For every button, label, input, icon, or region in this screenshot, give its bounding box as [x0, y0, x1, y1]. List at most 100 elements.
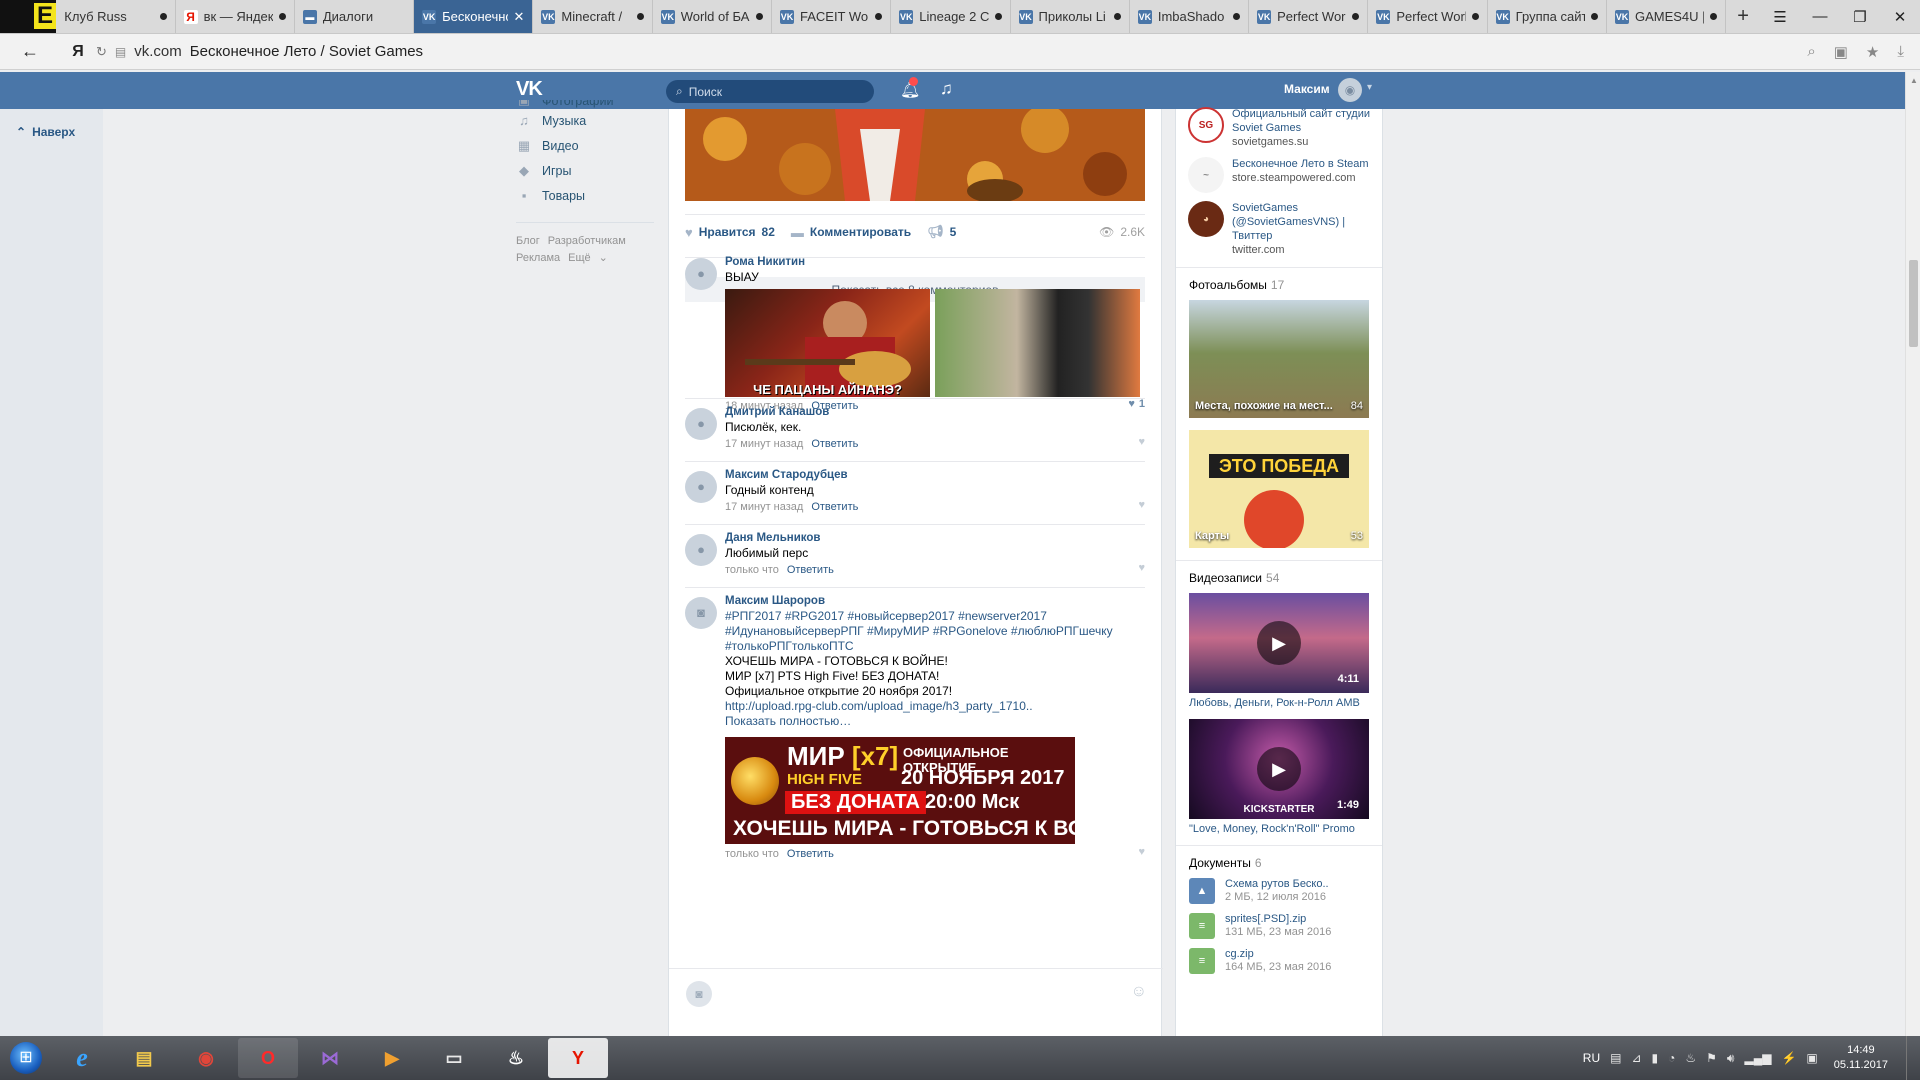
comment-author[interactable]: Даня Мельников [725, 530, 1145, 546]
back-arrow-icon[interactable]: ← [0, 41, 60, 62]
keyboard-icon[interactable]: ▤ [1610, 1051, 1621, 1065]
avatar[interactable]: ◙ [685, 597, 717, 629]
browser-tab[interactable]: Явк — Яндекс [176, 0, 295, 33]
comment-photo[interactable] [935, 289, 1140, 397]
music-note-icon[interactable]: ♫ [940, 79, 953, 99]
flag-icon[interactable]: ⚑ [1706, 1051, 1717, 1065]
tab-close-icon[interactable] [1590, 13, 1598, 20]
comment-author[interactable]: Дмитрий Канашов [725, 404, 1145, 420]
menu-item-goods[interactable]: ▪ Товары [516, 183, 656, 208]
chevron-down-icon[interactable]: ▾ [1367, 82, 1372, 93]
menu-item-music[interactable]: ♫ Музыка [516, 108, 656, 133]
browser-tab-active[interactable]: VK Бесконечно ✕ [414, 0, 534, 33]
chrome-icon[interactable]: ◉ [176, 1038, 236, 1078]
hashtag-line[interactable]: #РПГ2017 #RPG2017 #новыйсервер2017 #news… [725, 609, 1145, 624]
tray-app-icon[interactable]: ▣ [1806, 1051, 1817, 1065]
link-item[interactable]: ~ Бесконечное Лето в Steam store.steampow… [1176, 157, 1382, 193]
notifications-bell-icon[interactable]: 🔔︎ [900, 77, 920, 100]
doc-item[interactable]: ▲ Схема рутов Беско.. 2 МБ, 12 июля 2016 [1176, 878, 1382, 904]
url-field[interactable]: ↻ ▤ vk.com Бесконечное Лето / Soviet Gam… [96, 38, 1807, 66]
tab-close-icon[interactable] [1710, 13, 1718, 20]
tab-close-icon[interactable] [1471, 13, 1479, 20]
browser-tab[interactable]: VK Приколы Li [1011, 0, 1130, 33]
reload-icon[interactable]: ↻ [96, 44, 107, 60]
doc-item[interactable]: ≡ sprites[.PSD].zip 131 МБ, 23 мая 2016 [1176, 913, 1382, 939]
footer-link-more[interactable]: Ещё [568, 252, 591, 264]
media-player-icon[interactable]: ▶ [362, 1038, 422, 1078]
comment-author[interactable]: Максим Шароров [725, 593, 1145, 609]
network-bars-icon[interactable]: ▂▄▆ [1744, 1051, 1771, 1065]
browser-tab[interactable]: VK Группа сайт [1488, 0, 1607, 33]
command-prompt-icon[interactable]: ▭ [424, 1038, 484, 1078]
browser-tab[interactable]: VK Perfect Worl [1249, 0, 1369, 33]
search-icon[interactable]: ⌕ [1807, 43, 1815, 61]
footer-link-ads[interactable]: Реклама [516, 252, 560, 264]
browser-tab[interactable]: VK GAMES4U | [1607, 0, 1727, 33]
close-window-icon[interactable]: ✕ [1880, 0, 1920, 33]
internet-explorer-icon[interactable]: e [52, 1038, 112, 1078]
show-more-link[interactable]: Показать полностью… [725, 714, 1145, 729]
show-desktop-button[interactable] [1906, 1036, 1920, 1080]
comment-like-button[interactable]: ♥ [1138, 436, 1145, 448]
language-indicator[interactable]: RU [1583, 1051, 1600, 1065]
albums-header[interactable]: Фотоальбомы 17 [1176, 278, 1382, 292]
stalker-e-icon[interactable]: Е [0, 0, 57, 33]
user-name[interactable]: Максим [1284, 82, 1330, 96]
link-item[interactable]: ◕ SovietGames (@SovietGamesVNS) | Твитте… [1176, 201, 1382, 257]
comment-like-button[interactable]: ♥ [1138, 499, 1145, 511]
menu-item-video[interactable]: ▦ Видео [516, 133, 656, 158]
file-explorer-icon[interactable]: ▤ [114, 1038, 174, 1078]
video-item[interactable]: ▶ KICKSTARTER 1:49 [1189, 719, 1369, 819]
tab-close-icon[interactable]: ✕ [514, 9, 525, 25]
footer-link-blog[interactable]: Блог [516, 235, 540, 247]
minimize-icon[interactable]: — [1800, 0, 1840, 33]
browser-tab[interactable]: VK FACEIT Worl [772, 0, 892, 33]
vk-logo[interactable]: VK [516, 78, 543, 101]
reply-link[interactable]: Ответить [787, 848, 834, 860]
bookmark-star-icon[interactable]: ★ [1866, 43, 1879, 61]
video-title[interactable]: Любовь, Деньги, Рок-н-Ролл AMB [1176, 697, 1382, 709]
tab-close-icon[interactable] [1233, 13, 1241, 20]
volume-icon[interactable]: 🔊︎ [1727, 1051, 1735, 1066]
visual-studio-icon[interactable]: ⋈ [300, 1038, 360, 1078]
tab-close-icon[interactable] [994, 13, 1002, 20]
browser-tab[interactable]: VK World of БА [653, 0, 772, 33]
tab-close-icon[interactable] [875, 13, 883, 20]
steam-icon[interactable]: ♨ [486, 1038, 546, 1078]
album-item[interactable]: ЭТО ПОБЕДА Карты 53 [1189, 430, 1369, 548]
album-item[interactable]: Места, похожие на мест... 84 [1189, 300, 1369, 418]
tab-close-icon[interactable] [755, 13, 763, 20]
back-to-top-button[interactable]: ⌃ Наверх [16, 125, 75, 139]
like-button[interactable]: ♥ Нравится 82 [685, 225, 775, 240]
restore-icon[interactable]: ❐ [1840, 0, 1880, 33]
clock[interactable]: 14:49 05.11.2017 [1828, 1043, 1894, 1073]
reply-link[interactable]: Ответить [811, 438, 858, 450]
comment-input-area[interactable]: ◙ ☺ [669, 968, 1163, 1018]
browser-tab[interactable]: VK Lineage 2 Cl [891, 0, 1011, 33]
start-button[interactable]: ⊞ [0, 1036, 52, 1080]
comment-photo[interactable]: ЧЕ ПАЦАНЫ АЙНАНЭ? [725, 289, 930, 397]
comment-author[interactable]: Максим Стародубцев [725, 467, 1145, 483]
doc-item[interactable]: ≡ cg.zip 164 МБ, 23 мая 2016 [1176, 948, 1382, 974]
page-scrollbar[interactable]: ▲ [1905, 72, 1920, 1036]
smile-icon[interactable]: ☺ [1131, 983, 1147, 1001]
play-icon[interactable]: ▶ [1257, 621, 1301, 665]
menu-item-photos[interactable]: ▣Фотографии [516, 100, 656, 108]
avatar[interactable]: ◉ [1338, 78, 1362, 102]
hashtag-line[interactable]: #ИдунановыйсерверРПГ #МируМИР #RPGonelov… [725, 624, 1145, 639]
tab-close-icon[interactable] [278, 13, 286, 20]
comment-like-button[interactable]: ♥ [1138, 846, 1145, 858]
download-icon[interactable]: ⤓ [1897, 43, 1904, 61]
avatar[interactable]: ● [685, 471, 717, 503]
tab-close-icon[interactable] [159, 13, 167, 20]
tab-close-icon[interactable] [636, 13, 644, 20]
comment-like-button[interactable]: ♥ [1138, 562, 1145, 574]
footer-link-developers[interactable]: Разработчикам [548, 235, 626, 247]
menu-icon[interactable]: ☰ [1760, 0, 1800, 33]
yandex-browser-icon[interactable]: Y [548, 1038, 608, 1078]
back-to-top-strip[interactable]: ⌃ Наверх [0, 109, 103, 1036]
browser-tab[interactable]: VK ImbaShado [1130, 0, 1250, 33]
reply-link[interactable]: Ответить [811, 501, 858, 513]
videos-header[interactable]: Видеозаписи 54 [1176, 571, 1382, 585]
browser-tab[interactable]: ▬ Диалоги [295, 0, 415, 33]
